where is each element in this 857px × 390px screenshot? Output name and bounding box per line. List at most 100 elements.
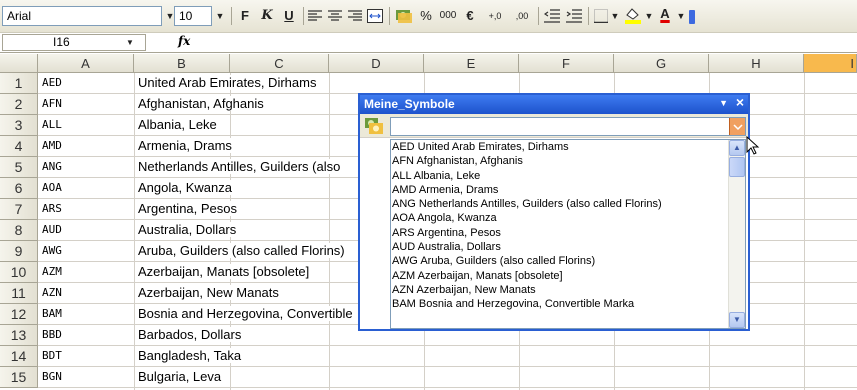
thousands-separator-button[interactable]: 000 xyxy=(437,6,459,26)
list-item[interactable]: BAM Bosnia and Herzegovina, Convertible … xyxy=(391,297,745,311)
column-header-a[interactable]: A xyxy=(38,54,134,73)
row-header[interactable]: 4 xyxy=(0,136,38,157)
currency-code-cell[interactable]: AED xyxy=(42,76,62,89)
borders-icon[interactable] xyxy=(594,9,608,23)
column-header-e[interactable]: E xyxy=(424,54,519,73)
row-header[interactable]: 2 xyxy=(0,94,38,115)
name-box-dropdown-icon[interactable]: ▼ xyxy=(124,34,136,51)
currency-description-cell[interactable]: Argentina, Pesos xyxy=(138,201,240,216)
list-item[interactable]: ARS Argentina, Pesos xyxy=(391,226,745,240)
list-item[interactable]: AZM Azerbaijan, Manats [obsolete] xyxy=(391,269,745,283)
scroll-thumb[interactable] xyxy=(729,157,745,177)
currency-description-cell[interactable]: Australia, Dollars xyxy=(138,222,239,237)
currency-description-cell[interactable]: Barbados, Dollars xyxy=(138,327,244,342)
currency-description-cell[interactable]: United Arab Emirates, Dirhams xyxy=(138,75,319,90)
column-header-b[interactable]: B xyxy=(134,54,230,73)
list-item[interactable]: AED United Arab Emirates, Dirhams xyxy=(391,140,745,154)
scroll-up-button[interactable]: ▲ xyxy=(729,140,745,156)
font-name-select[interactable]: Arial xyxy=(2,6,162,26)
currency-description-cell[interactable]: Bosnia and Herzegovina, Convertible xyxy=(138,306,355,321)
column-header-f[interactable]: F xyxy=(519,54,614,73)
list-item[interactable]: AMD Armenia, Drams xyxy=(391,183,745,197)
align-left-icon[interactable] xyxy=(308,10,322,22)
row-header[interactable]: 13 xyxy=(0,325,38,346)
currency-code-cell[interactable]: ANG xyxy=(42,160,62,173)
currency-code-cell[interactable]: AFN xyxy=(42,97,62,110)
currency-description-cell[interactable]: Armenia, Drams xyxy=(138,138,234,153)
currency-code-cell[interactable]: AMD xyxy=(42,139,62,152)
currency-code-cell[interactable]: AZM xyxy=(42,265,62,278)
list-item[interactable]: AFN Afghanistan, Afghanis xyxy=(391,154,745,168)
list-scrollbar[interactable]: ▲ ▼ xyxy=(728,140,745,328)
currency-code-cell[interactable]: BBD xyxy=(42,328,62,341)
currency-description-cell[interactable]: Albania, Leke xyxy=(138,117,219,132)
palette-title-bar[interactable]: Meine_Symbole ▼ × xyxy=(360,94,748,114)
font-color-dropdown-icon[interactable]: ▼ xyxy=(675,6,687,26)
list-item[interactable]: ANG Netherlands Antilles, Guilders (also… xyxy=(391,197,745,211)
column-header-h[interactable]: H xyxy=(709,54,804,73)
palette-menu-icon[interactable]: ▼ xyxy=(719,98,728,108)
increase-indent-icon[interactable] xyxy=(566,9,582,23)
combo-dropdown-button[interactable] xyxy=(729,118,745,135)
symbol-palette-window[interactable]: Meine_Symbole ▼ × AED United Arab Emirat… xyxy=(358,93,750,331)
merge-center-icon[interactable] xyxy=(367,9,383,23)
borders-dropdown-icon[interactable]: ▼ xyxy=(609,6,621,26)
row-header[interactable]: 10 xyxy=(0,262,38,283)
row-header[interactable]: 14 xyxy=(0,346,38,367)
row-header[interactable]: 15 xyxy=(0,367,38,388)
italic-button[interactable]: K xyxy=(258,6,276,26)
select-all-corner[interactable] xyxy=(0,54,38,73)
list-item[interactable]: AZN Azerbaijan, New Manats xyxy=(391,283,745,297)
list-item[interactable]: AOA Angola, Kwanza xyxy=(391,211,745,225)
align-center-icon[interactable] xyxy=(328,10,342,22)
symbol-dropdown-list[interactable]: AED United Arab Emirates, Dirhams AFN Afg… xyxy=(390,139,746,329)
row-header[interactable]: 8 xyxy=(0,220,38,241)
percent-style-button[interactable]: % xyxy=(418,6,434,26)
palette-close-icon[interactable]: × xyxy=(736,94,744,110)
fill-color-dropdown-icon[interactable]: ▼ xyxy=(643,6,655,26)
currency-code-cell[interactable]: AOA xyxy=(42,181,62,194)
row-header[interactable]: 6 xyxy=(0,178,38,199)
currency-description-cell[interactable]: Aruba, Guilders (also called Florins) xyxy=(138,243,347,258)
currency-code-cell[interactable]: ARS xyxy=(42,202,62,215)
currency-style-button[interactable]: € xyxy=(462,6,478,26)
currency-description-cell[interactable]: Azerbaijan, Manats [obsolete] xyxy=(138,264,312,279)
currency-code-cell[interactable]: ALL xyxy=(42,118,62,131)
currency-description-cell[interactable]: Azerbaijan, New Manats xyxy=(138,285,281,300)
decrease-indent-icon[interactable] xyxy=(544,9,560,23)
row-header[interactable]: 12 xyxy=(0,304,38,325)
underline-button[interactable]: U xyxy=(280,6,298,26)
toolbar-options-icon[interactable] xyxy=(689,10,695,24)
currency-code-cell[interactable]: BAM xyxy=(42,307,62,320)
row-header[interactable]: 3 xyxy=(0,115,38,136)
column-header-g[interactable]: G xyxy=(614,54,709,73)
row-header[interactable]: 7 xyxy=(0,199,38,220)
currency-code-cell[interactable]: BDT xyxy=(42,349,62,362)
bold-button[interactable]: F xyxy=(236,6,254,26)
row-header[interactable]: 1 xyxy=(0,73,38,94)
row-header[interactable]: 11 xyxy=(0,283,38,304)
column-header-d[interactable]: D xyxy=(329,54,424,73)
currency-description-cell[interactable]: Angola, Kwanza xyxy=(138,180,234,195)
currency-code-cell[interactable]: AUD xyxy=(42,223,62,236)
symbol-insert-icon[interactable] xyxy=(364,117,384,135)
currency-description-cell[interactable]: Afghanistan, Afghanis xyxy=(138,96,266,111)
list-item[interactable]: ALL Albania, Leke xyxy=(391,169,745,183)
currency-code-cell[interactable]: AZN xyxy=(42,286,62,299)
symbol-combo-box[interactable] xyxy=(390,117,746,136)
font-size-select[interactable]: 10 xyxy=(174,6,212,26)
list-item[interactable]: AUD Australia, Dollars xyxy=(391,240,745,254)
font-size-dropdown-icon[interactable]: ▼ xyxy=(214,6,226,26)
currency-description-cell[interactable]: Bulgaria, Leva xyxy=(138,369,224,384)
insert-function-icon[interactable]: fx xyxy=(178,34,190,48)
column-header-c[interactable]: C xyxy=(230,54,329,73)
currency-description-cell[interactable]: Netherlands Antilles, Guilders (also xyxy=(138,159,343,174)
currency-code-cell[interactable]: BGN xyxy=(42,370,62,383)
euro-currency-icon[interactable] xyxy=(395,8,413,24)
row-header[interactable]: 9 xyxy=(0,241,38,262)
decrease-decimal-button[interactable]: ,00 xyxy=(510,6,534,26)
currency-code-cell[interactable]: AWG xyxy=(42,244,62,257)
align-right-icon[interactable] xyxy=(348,10,362,22)
row-header[interactable]: 5 xyxy=(0,157,38,178)
scroll-down-button[interactable]: ▼ xyxy=(729,312,745,328)
